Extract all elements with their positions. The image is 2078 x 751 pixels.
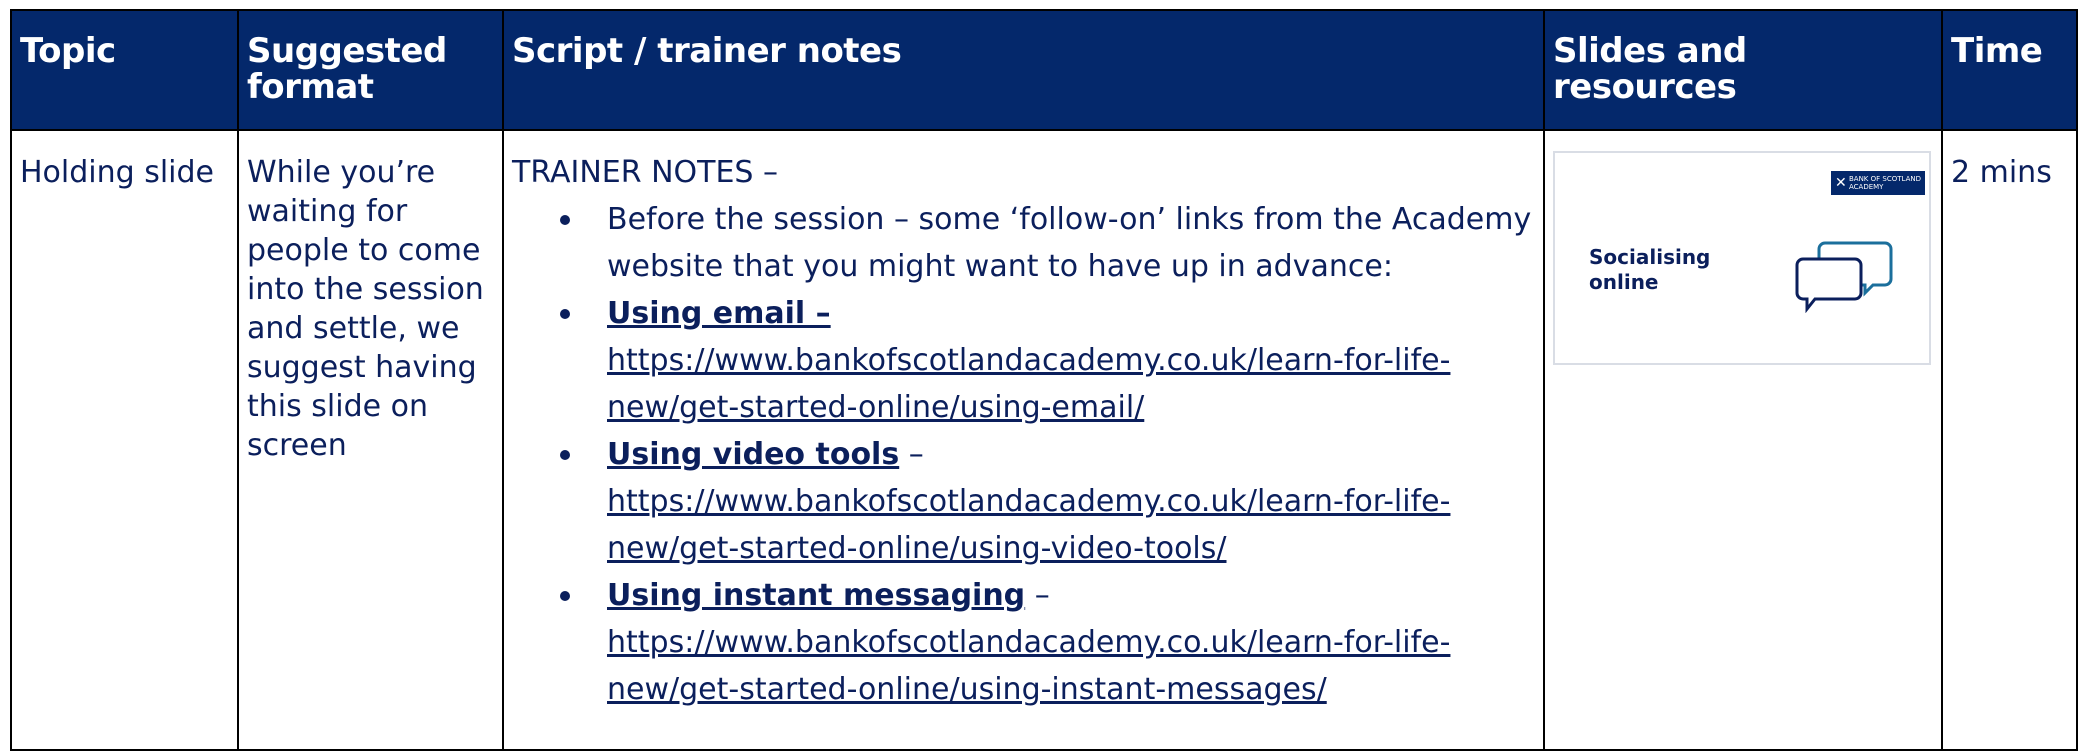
follow-on-links-list: Before the session – some ‘follow-on’ li…: [512, 196, 1535, 713]
header-slides-resources: Slides and resources: [1543, 9, 1943, 131]
logo-wordmark: BANK OF SCOTLAND ACADEMY: [1848, 175, 1921, 191]
header-topic: Topic: [10, 9, 239, 131]
trainer-notes-title: TRAINER NOTES –: [512, 155, 779, 190]
dash-text: –: [899, 437, 924, 472]
header-script-trainer-notes: Script / trainer notes: [502, 9, 1545, 131]
using-video-tools-heading: Using video tools: [607, 437, 900, 472]
slide-title: Socialising online: [1589, 245, 1711, 294]
saltire-icon: ✕: [1835, 175, 1847, 191]
notes-cell: TRAINER NOTES – Before the session – som…: [502, 129, 1545, 751]
table-row: Holding slide While you’re waiting for p…: [10, 129, 2078, 751]
session-plan-table: Topic Suggested format Script / trainer …: [10, 9, 2078, 751]
chat-bubbles-icon: [1795, 241, 1893, 313]
using-video-tools-link[interactable]: https://www.bankofscotlandacademy.co.uk/…: [607, 478, 1535, 572]
dash-text: –: [1025, 578, 1050, 613]
header-row: Topic Suggested format Script / trainer …: [10, 9, 2078, 131]
format-cell: While you’re waiting for people to come …: [237, 129, 504, 751]
using-email-link[interactable]: https://www.bankofscotlandacademy.co.uk/…: [607, 337, 1535, 431]
using-email-heading: Using email –: [607, 296, 831, 331]
list-item: Using instant messaging – https://www.ba…: [560, 572, 1535, 713]
slides-cell: ✕ BANK OF SCOTLAND ACADEMY Socialising o…: [1543, 129, 1943, 751]
using-instant-messaging-link[interactable]: https://www.bankofscotlandacademy.co.uk/…: [607, 619, 1535, 713]
list-item: Using email – https://www.bankofscotland…: [560, 290, 1535, 431]
header-time: Time: [1941, 9, 2078, 131]
time-cell: 2 mins: [1941, 129, 2078, 751]
intro-text: Before the session – some ‘follow-on’ li…: [607, 202, 1532, 284]
list-item: Using video tools – https://www.bankofsc…: [560, 431, 1535, 572]
header-suggested-format: Suggested format: [237, 9, 504, 131]
slide-thumbnail: ✕ BANK OF SCOTLAND ACADEMY Socialising o…: [1553, 151, 1931, 365]
topic-cell: Holding slide: [10, 129, 239, 751]
bank-of-scotland-logo: ✕ BANK OF SCOTLAND ACADEMY: [1831, 171, 1925, 195]
using-instant-messaging-heading: Using instant messaging: [607, 578, 1026, 613]
list-item: Before the session – some ‘follow-on’ li…: [560, 196, 1535, 290]
